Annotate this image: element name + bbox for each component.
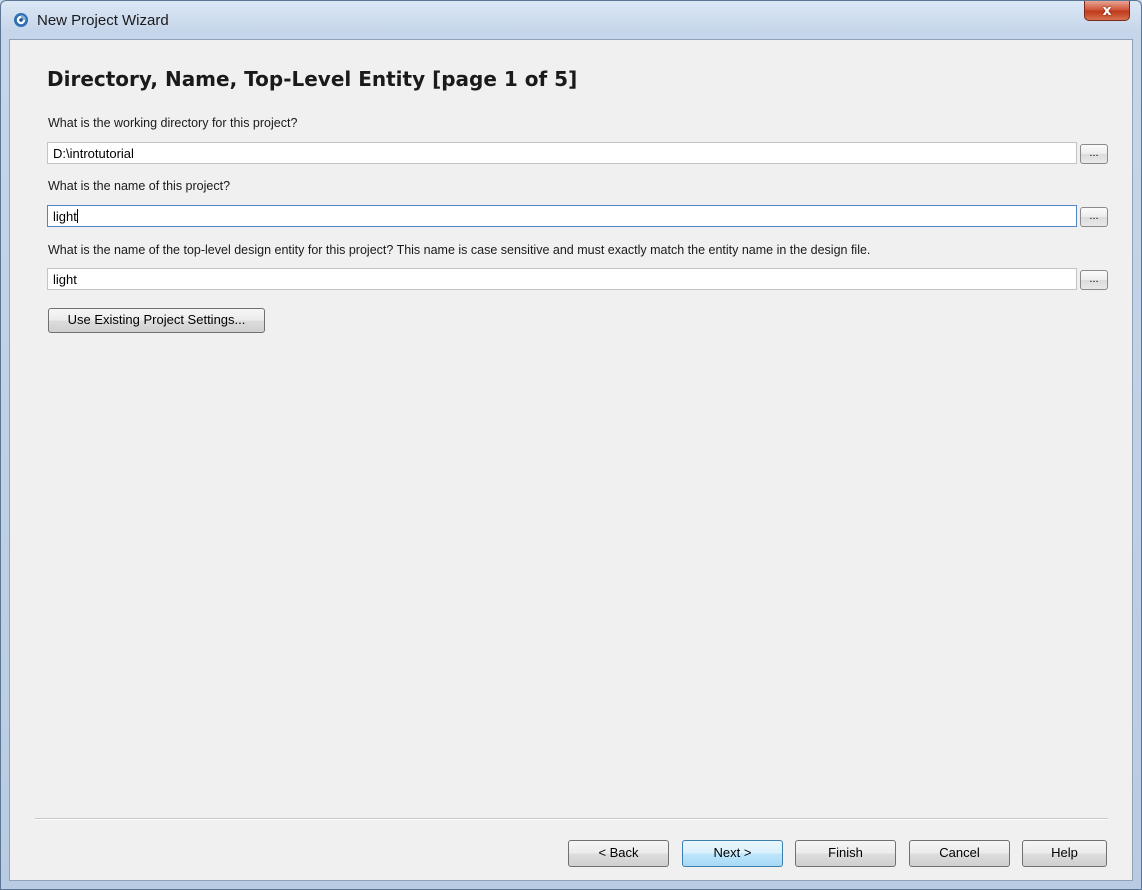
top-level-entity-input[interactable]: light — [47, 268, 1077, 290]
title-bar[interactable]: New Project Wizard x — [1, 1, 1141, 39]
project-name-input[interactable]: light — [47, 205, 1077, 227]
window-title: New Project Wizard — [37, 12, 169, 29]
close-icon: x — [1102, 2, 1112, 19]
project-name-label: What is the name of this project? — [48, 179, 231, 193]
footer-separator — [35, 818, 1108, 820]
cancel-button[interactable]: Cancel — [909, 840, 1010, 867]
text-caret — [76, 209, 78, 223]
page-title: Directory, Name, Top-Level Entity [page … — [47, 67, 578, 91]
use-existing-project-settings-button[interactable]: Use Existing Project Settings... — [48, 308, 265, 333]
top-level-entity-browse-button[interactable]: ... — [1080, 270, 1108, 290]
project-name-browse-button[interactable]: ... — [1080, 207, 1108, 227]
quartus-app-icon — [14, 13, 28, 27]
project-name-value: light — [53, 209, 77, 224]
new-project-wizard-window: New Project Wizard x Directory, Name, To… — [0, 0, 1142, 890]
finish-button[interactable]: Finish — [795, 840, 896, 867]
wizard-content: Directory, Name, Top-Level Entity [page … — [9, 39, 1133, 881]
working-directory-label: What is the working directory for this p… — [48, 116, 298, 130]
next-button[interactable]: Next > — [682, 840, 783, 867]
back-button[interactable]: < Back — [568, 840, 669, 867]
top-level-entity-label: What is the name of the top-level design… — [48, 243, 871, 257]
close-button[interactable]: x — [1084, 1, 1130, 21]
working-directory-input[interactable]: D:\introtutorial — [47, 142, 1077, 164]
help-button[interactable]: Help — [1022, 840, 1107, 867]
working-directory-browse-button[interactable]: ... — [1080, 144, 1108, 164]
